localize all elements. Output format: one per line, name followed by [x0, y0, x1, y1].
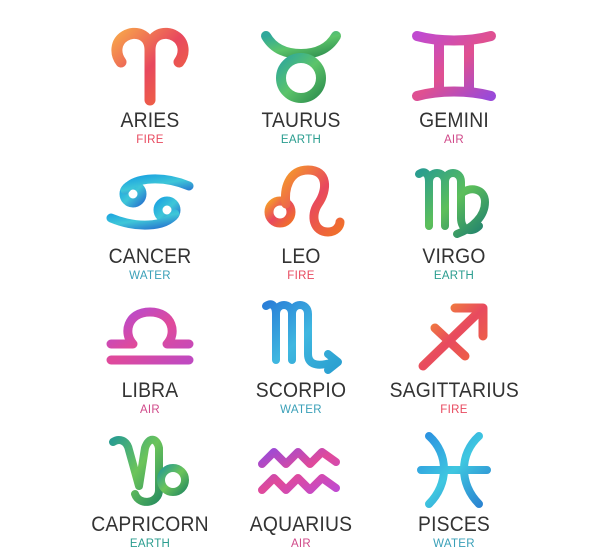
sign-name: CAPRICORN: [91, 513, 209, 536]
sign-element: WATER: [433, 538, 475, 550]
sign-leo: LEO FIRE: [231, 160, 371, 292]
sagittarius-icon: [418, 303, 488, 371]
sign-name: VIRGO: [422, 245, 486, 268]
sign-aquarius: AQUARIUS AIR: [231, 428, 371, 560]
sign-cancer: CANCER WATER: [80, 160, 220, 292]
sign-name: SCORPIO: [255, 379, 347, 402]
sign-element: WATER: [280, 404, 322, 416]
sign-name: LEO: [281, 245, 321, 268]
sign-name: SAGITTARIUS: [389, 379, 520, 402]
sign-gemini: GEMINI AIR: [384, 24, 524, 156]
sign-element: FIRE: [136, 134, 164, 146]
sign-name: PISCES: [418, 513, 490, 536]
sign-element: WATER: [129, 270, 171, 282]
sign-capricorn: CAPRICORN EARTH: [80, 428, 220, 560]
virgo-icon: [415, 168, 489, 238]
sign-aries: ARIES FIRE: [80, 24, 220, 156]
taurus-icon: [261, 31, 341, 103]
sign-scorpio: SCORPIO WATER: [231, 294, 371, 426]
sign-element: EARTH: [433, 270, 475, 282]
sign-name: GEMINI: [419, 109, 489, 132]
aries-icon: [111, 27, 189, 106]
sign-element: EARTH: [129, 538, 171, 550]
sign-name: ARIES: [120, 109, 180, 132]
sign-element: AIR: [290, 538, 312, 550]
sign-pisces: PISCES WATER: [384, 428, 524, 560]
sign-name: TAURUS: [261, 109, 341, 132]
sign-taurus: TAURUS EARTH: [231, 24, 371, 156]
sign-name: CANCER: [108, 245, 192, 268]
sign-element: AIR: [139, 404, 161, 416]
aquarius-icon: [258, 448, 340, 494]
sign-element: FIRE: [287, 270, 315, 282]
sign-virgo: VIRGO EARTH: [384, 160, 524, 292]
sign-element: FIRE: [440, 404, 468, 416]
sign-sagittarius: SAGITTARIUS FIRE: [384, 294, 524, 426]
pisces-icon: [417, 432, 491, 508]
scorpio-icon: [262, 300, 342, 374]
gemini-icon: [412, 31, 496, 101]
sign-name: AQUARIUS: [249, 513, 353, 536]
sign-element: EARTH: [280, 134, 322, 146]
sign-libra: LIBRA AIR: [80, 294, 220, 426]
sign-element: AIR: [443, 134, 465, 146]
libra-icon: [106, 307, 194, 365]
capricorn-icon: [109, 435, 189, 506]
leo-icon: [264, 165, 345, 237]
cancer-icon: [106, 174, 194, 230]
sign-name: LIBRA: [121, 379, 179, 402]
